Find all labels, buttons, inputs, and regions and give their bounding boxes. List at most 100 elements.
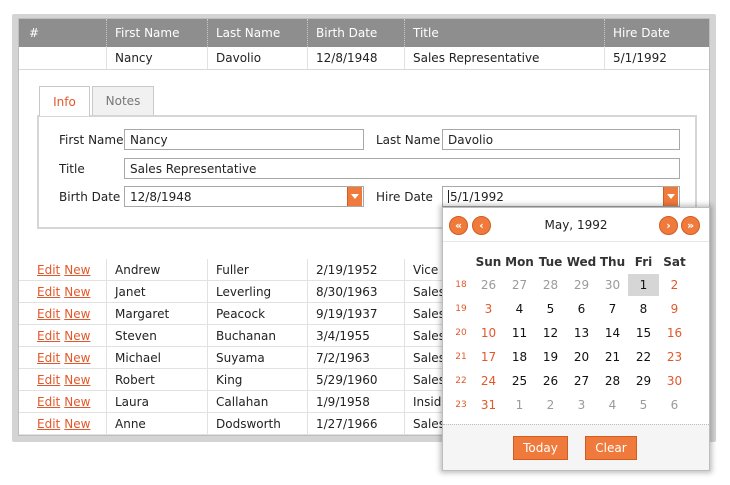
last-name-input[interactable]: Davolio: [442, 129, 680, 150]
tab-notes[interactable]: Notes: [92, 86, 154, 115]
weekday-header: Mon: [505, 255, 534, 269]
grid-header: # First Name Last Name Birth Date Title …: [19, 19, 709, 47]
hire-date-cell: 5/1/1992: [613, 51, 667, 65]
row-index-cell: [19, 47, 107, 69]
last-name-cell: Leverling: [208, 281, 308, 302]
calendar-day[interactable]: 4: [597, 394, 628, 416]
first-name-label: First Name: [59, 133, 124, 147]
calendar-day[interactable]: 11: [504, 322, 535, 344]
column-header-last-name[interactable]: Last Name: [208, 19, 308, 47]
calendar-day[interactable]: 4: [504, 298, 535, 320]
double-chevron-left-icon: «: [454, 219, 463, 232]
calendar-day[interactable]: 14: [597, 322, 628, 344]
calendar-day[interactable]: 6: [566, 298, 597, 320]
next-month-button[interactable]: ›: [659, 216, 678, 235]
first-name-cell: Margaret: [107, 303, 208, 324]
edit-link[interactable]: Edit: [37, 351, 60, 365]
calendar-day[interactable]: 26: [535, 370, 566, 392]
edit-link[interactable]: Edit: [37, 263, 60, 277]
calendar-day[interactable]: 26: [473, 274, 504, 296]
today-button[interactable]: Today: [513, 436, 568, 460]
new-link[interactable]: New: [64, 417, 90, 431]
title-cell: Sales Representative: [405, 47, 605, 69]
new-link[interactable]: New: [64, 373, 90, 387]
prev-month-button[interactable]: ‹: [472, 216, 491, 235]
edit-link[interactable]: Edit: [37, 307, 60, 321]
calendar-day[interactable]: 5: [628, 394, 659, 416]
column-header-index[interactable]: #: [19, 19, 107, 47]
new-link[interactable]: New: [64, 351, 90, 365]
calendar-day[interactable]: 23: [659, 346, 690, 368]
calendar-day[interactable]: 12: [535, 322, 566, 344]
week-number: 18: [455, 280, 467, 290]
column-header-first-name[interactable]: First Name: [107, 19, 208, 47]
expanded-table-row[interactable]: Nancy Davolio 12/8/1948 Sales Representa…: [19, 47, 709, 70]
next-year-button[interactable]: »: [681, 216, 700, 235]
calendar-day[interactable]: 1: [504, 394, 535, 416]
calendar-day[interactable]: 29: [566, 274, 597, 296]
edit-link[interactable]: Edit: [37, 285, 60, 299]
new-link[interactable]: New: [64, 263, 90, 277]
calendar-day[interactable]: 24: [473, 370, 504, 392]
calendar-day[interactable]: 31: [473, 394, 504, 416]
title-input[interactable]: Sales Representative: [124, 158, 680, 179]
column-header-hire-date[interactable]: Hire Date: [605, 19, 709, 47]
calendar-day[interactable]: 5: [535, 298, 566, 320]
column-header-birth-date[interactable]: Birth Date: [308, 19, 405, 47]
calendar-day[interactable]: 2: [535, 394, 566, 416]
calendar-day[interactable]: 3: [566, 394, 597, 416]
edit-link[interactable]: Edit: [37, 329, 60, 343]
column-header-title[interactable]: Title: [405, 19, 605, 47]
birth-date-cell: 9/19/1937: [308, 303, 405, 324]
calendar-day[interactable]: 27: [566, 370, 597, 392]
tab-info[interactable]: Info: [39, 86, 90, 116]
edit-link[interactable]: Edit: [37, 417, 60, 431]
weekday-header: Fri: [634, 255, 653, 269]
calendar-day[interactable]: 8: [628, 298, 659, 320]
birth-date-dropdown-button[interactable]: [347, 187, 362, 206]
calendar-day[interactable]: 22: [628, 346, 659, 368]
first-name-input[interactable]: Nancy: [124, 129, 364, 150]
calendar-title[interactable]: May, 1992: [545, 218, 608, 232]
title-label: Title: [59, 162, 85, 176]
calendar-day[interactable]: 13: [566, 322, 597, 344]
last-name-cell: Davolio: [208, 47, 308, 69]
calendar-day[interactable]: 28: [535, 274, 566, 296]
calendar-day[interactable]: 6: [659, 394, 690, 416]
new-link[interactable]: New: [64, 285, 90, 299]
calendar-day[interactable]: 28: [597, 370, 628, 392]
calendar-day[interactable]: 7: [597, 298, 628, 320]
calendar-day[interactable]: 21: [597, 346, 628, 368]
calendar-day[interactable]: 9: [659, 298, 690, 320]
new-link[interactable]: New: [64, 329, 90, 343]
weekday-header: Wed: [566, 255, 597, 269]
calendar-day[interactable]: 2: [659, 274, 690, 296]
calendar-day[interactable]: 16: [659, 322, 690, 344]
calendar-day[interactable]: 1: [628, 274, 659, 296]
calendar-day[interactable]: 30: [659, 370, 690, 392]
calendar-day[interactable]: 10: [473, 322, 504, 344]
calendar-day[interactable]: 15: [628, 322, 659, 344]
first-name-cell: Steven: [107, 325, 208, 346]
prev-year-button[interactable]: «: [449, 216, 468, 235]
calendar-day[interactable]: 20: [566, 346, 597, 368]
first-name-cell: Andrew: [107, 259, 208, 280]
calendar-day[interactable]: 27: [504, 274, 535, 296]
calendar-day[interactable]: 18: [504, 346, 535, 368]
hire-date-dropdown-button[interactable]: [663, 187, 678, 206]
new-link[interactable]: New: [64, 395, 90, 409]
calendar-day[interactable]: 29: [628, 370, 659, 392]
calendar-day[interactable]: 30: [597, 274, 628, 296]
edit-link[interactable]: Edit: [37, 373, 60, 387]
clear-button[interactable]: Clear: [585, 436, 637, 460]
calendar-day[interactable]: 17: [473, 346, 504, 368]
calendar-day[interactable]: 3: [473, 298, 504, 320]
calendar-day[interactable]: 19: [535, 346, 566, 368]
hire-date-input[interactable]: 5/1/1992: [442, 186, 680, 207]
birth-date-input[interactable]: 12/8/1948: [124, 186, 364, 207]
edit-link[interactable]: Edit: [37, 395, 60, 409]
new-link[interactable]: New: [64, 307, 90, 321]
calendar-day[interactable]: 25: [504, 370, 535, 392]
calendar-header: « ‹ May, 1992 › »: [443, 208, 709, 242]
text-cursor: [448, 190, 449, 203]
